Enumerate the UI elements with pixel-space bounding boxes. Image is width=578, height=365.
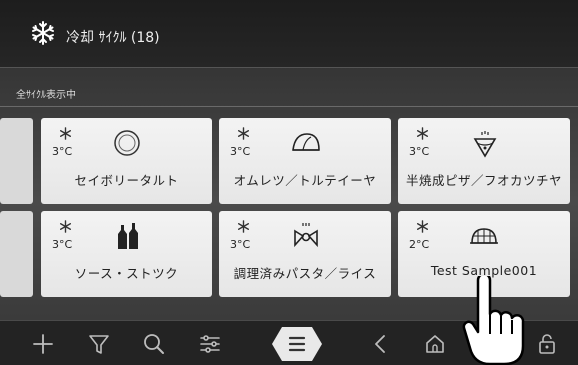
recipe-name: セイボリータルト bbox=[74, 173, 179, 188]
recipe-name: 調理済みパスタ／ライス bbox=[233, 266, 377, 281]
divider bbox=[0, 106, 578, 107]
recipe-card-savory-tart[interactable]: 3°C セイボリータルト bbox=[41, 118, 212, 204]
snowflake-icon bbox=[59, 127, 72, 140]
temperature-label: 3°C bbox=[52, 145, 73, 158]
bottles-icon bbox=[118, 223, 138, 249]
temperature-label: 2°C bbox=[409, 238, 430, 251]
header-bar: 冷却 ｻｲｸﾙ (18) bbox=[0, 0, 578, 68]
recipe-card-partial[interactable] bbox=[0, 211, 33, 297]
omelette-icon bbox=[292, 133, 320, 151]
recipe-card-partial[interactable] bbox=[0, 118, 33, 204]
snowflake-icon bbox=[32, 21, 54, 45]
back-icon[interactable] bbox=[366, 329, 396, 359]
add-icon[interactable] bbox=[28, 329, 58, 359]
grid-dome-icon bbox=[470, 228, 498, 244]
filter-icon[interactable] bbox=[84, 329, 114, 359]
search-icon[interactable] bbox=[139, 329, 169, 359]
recipe-name: 半焼成ピザ／フオカツチヤ bbox=[405, 173, 562, 188]
home-icon[interactable] bbox=[420, 329, 450, 359]
recipe-card-omelette[interactable]: 3°C オムレツ／トルテイーヤ bbox=[219, 118, 391, 204]
recipe-name: オムレツ／トルテイーヤ bbox=[233, 173, 377, 188]
screen: 冷却 ｻｲｸﾙ (18) 全ｻｲｸﾙ表示中 3°C セイボリータルト 3°C オ… bbox=[0, 0, 578, 365]
filter-status-label: 全ｻｲｸﾙ表示中 bbox=[16, 90, 76, 101]
snowflake-icon bbox=[416, 127, 429, 140]
lock-icon[interactable] bbox=[532, 329, 562, 359]
settings-icon[interactable] bbox=[195, 329, 225, 359]
recipe-card-pizza[interactable]: 3°C 半焼成ピザ／フオカツチヤ bbox=[398, 118, 570, 204]
temperature-label: 3°C bbox=[409, 145, 430, 158]
snowflake-icon bbox=[59, 220, 72, 233]
recipe-name: ソース・ストツク bbox=[74, 266, 179, 281]
snowflake-icon bbox=[237, 127, 250, 140]
page-title: 冷却 ｻｲｸﾙ (18) bbox=[66, 30, 160, 46]
hand-pointer-icon bbox=[462, 276, 525, 365]
menu-button[interactable] bbox=[270, 324, 324, 364]
tart-icon bbox=[114, 130, 140, 156]
pasta-icon bbox=[294, 223, 318, 248]
snowflake-icon bbox=[237, 220, 250, 233]
snowflake-icon bbox=[416, 220, 429, 233]
temperature-label: 3°C bbox=[52, 238, 73, 251]
temperature-label: 3°C bbox=[230, 145, 251, 158]
temperature-label: 3°C bbox=[230, 238, 251, 251]
recipe-card-pasta-rice[interactable]: 3°C 調理済みパスタ／ライス bbox=[219, 211, 391, 297]
pizza-icon bbox=[473, 131, 497, 158]
recipe-card-sauce-stock[interactable]: 3°C ソース・ストツク bbox=[41, 211, 212, 297]
